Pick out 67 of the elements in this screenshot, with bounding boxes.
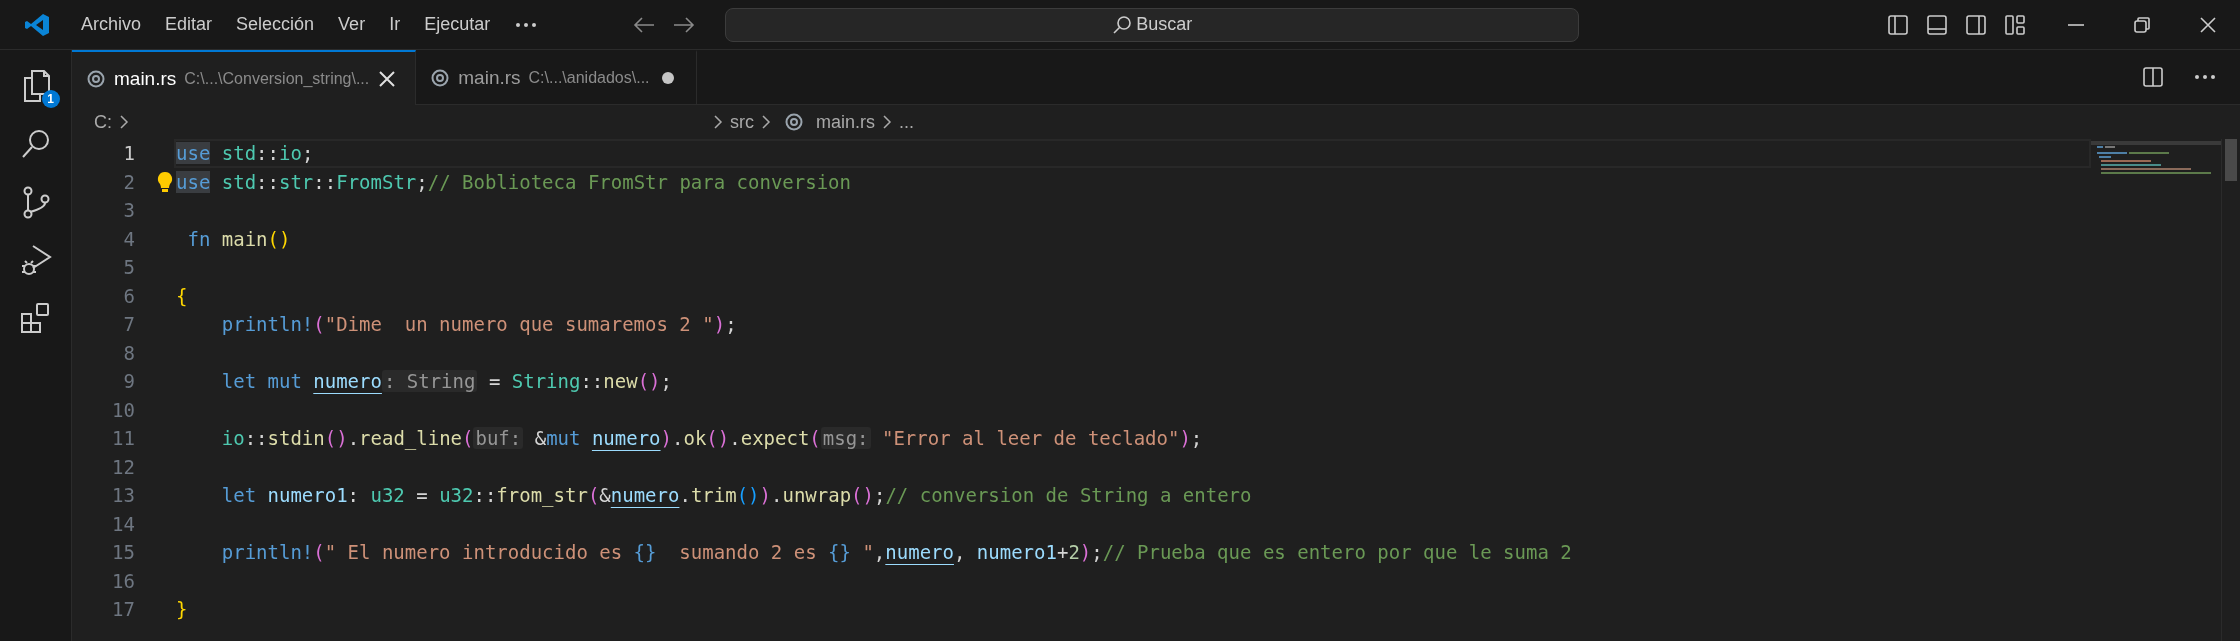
code-line: { — [176, 284, 188, 307]
chevron-icon — [712, 114, 724, 130]
panel-toggle-icon[interactable] — [1926, 13, 1948, 36]
line-number: 7 — [122, 313, 135, 336]
line-number: 9 — [122, 370, 135, 393]
file-type-icon — [86, 68, 106, 89]
line-number: 3 — [122, 199, 135, 222]
line-number: 1 — [122, 142, 135, 165]
menu-item[interactable]: Ver — [327, 8, 377, 41]
more-icon[interactable] — [515, 21, 538, 28]
line-number: 6 — [122, 284, 135, 307]
line-number: 10 — [111, 398, 135, 421]
code-line: println!(" El numero introducido es {} sumando 2 es {} ",numero, numero1+2);// Prueba que es entero por que le suma 2 — [220, 541, 1572, 564]
line-number: 12 — [111, 455, 135, 478]
breadcrumb-item[interactable]: src — [730, 111, 754, 133]
breadcrumb-item[interactable]: main.rs — [778, 111, 875, 133]
menu-item[interactable]: Archivo — [70, 8, 153, 41]
chevron-icon — [118, 114, 130, 130]
close-icon[interactable] — [377, 68, 398, 89]
file-type-icon — [784, 112, 804, 132]
chevron-icon — [760, 114, 772, 130]
notification-badge: 1 — [41, 90, 60, 108]
tab-path: C:\...\anidados\... — [528, 69, 650, 87]
code-line: use std::io; — [176, 142, 314, 165]
more-actions-icon[interactable] — [2194, 74, 2216, 80]
code-line: } — [176, 598, 188, 621]
tab-label: main.rs — [114, 67, 177, 90]
forward-arrow-icon[interactable] — [673, 15, 696, 34]
code-line: fn main() — [186, 227, 291, 250]
vscode-logo — [24, 11, 50, 38]
scrollbar[interactable] — [2221, 139, 2240, 641]
line-number: 2 — [122, 170, 135, 193]
code-line: let numero1: u32 = u32::from_str(&numero.trim()).unwrap();// conversion de String a entero — [220, 484, 1252, 507]
menu-item[interactable]: Editar — [154, 8, 224, 41]
line-number: 14 — [111, 512, 135, 535]
secondary-sidebar-toggle-icon[interactable] — [1965, 13, 1987, 36]
code-line: io::stdin().read_line(buf: &mut numero).ok().expect(msg: "Error al leer de teclado"); — [220, 427, 1203, 450]
breadcrumb-item[interactable]: ... — [899, 111, 915, 133]
layout-icon[interactable] — [2004, 13, 2026, 36]
code-line: let mut numero: String = String::new(); — [220, 370, 672, 393]
menu-item[interactable]: Ir — [378, 8, 412, 41]
primary-sidebar-toggle-icon[interactable] — [1887, 13, 1909, 36]
editor-tab[interactable]: main.rs C:\...\Conversion_string\... — [72, 50, 417, 105]
tab-path: C:\...\Conversion_string\... — [184, 69, 370, 88]
lightbulb-icon[interactable] — [156, 169, 174, 194]
line-number: 17 — [111, 598, 135, 621]
back-arrow-icon[interactable] — [633, 15, 656, 34]
line-number: 13 — [111, 484, 135, 507]
line-number: 5 — [122, 256, 135, 279]
search-field[interactable]: Buscar — [725, 7, 1580, 42]
search-icon — [1112, 14, 1133, 35]
code-line: use std::str::FromStr;// Boblioteca FromStr para conversion — [176, 170, 851, 193]
split-editor-icon[interactable] — [2142, 66, 2164, 88]
line-number: 15 — [111, 541, 135, 564]
tab-label: main.rs — [458, 67, 521, 89]
menu-item[interactable]: Selección — [225, 8, 326, 41]
line-number: 11 — [111, 427, 135, 450]
line-number: 8 — [122, 341, 135, 364]
menu-item[interactable]: Ejecutar — [413, 8, 502, 41]
code-line: println!("Dime un numero que sumaremos 2 "); — [220, 313, 737, 336]
line-number: 16 — [111, 569, 135, 592]
chevron-icon — [881, 114, 893, 130]
close-icon[interactable] — [2198, 14, 2218, 35]
file-type-icon — [430, 68, 451, 88]
restore-icon[interactable] — [2132, 14, 2152, 35]
breadcrumb-item[interactable]: C: — [94, 111, 112, 133]
line-number: 4 — [122, 227, 135, 250]
